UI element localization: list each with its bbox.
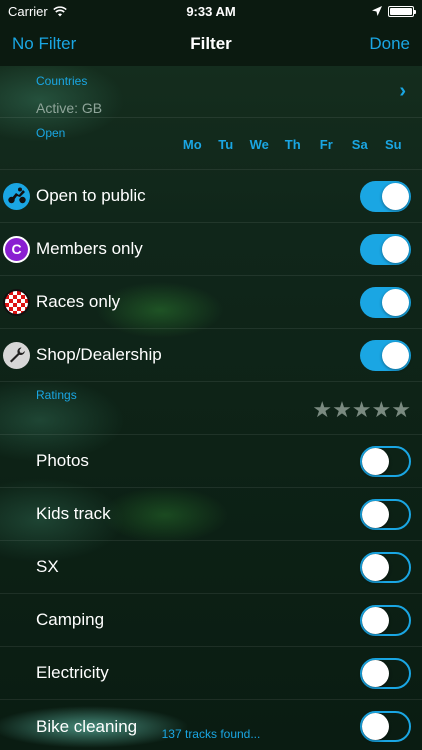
camping-toggle[interactable] [360, 604, 411, 636]
battery-icon [388, 5, 416, 17]
day-fr-button[interactable]: Fr [310, 137, 344, 152]
wrench-icon [3, 341, 30, 369]
bike-cleaning-row: Bike cleaning [0, 700, 422, 750]
star-icon[interactable]: ★ [312, 399, 332, 421]
countries-row[interactable]: Countries Active: GB › [0, 66, 422, 118]
star-icon[interactable]: ★ [352, 399, 372, 421]
photos-toggle[interactable] [360, 445, 411, 477]
members-c-icon: C [3, 235, 30, 263]
races-only-row: Races only [0, 276, 422, 329]
members-only-toggle[interactable] [360, 233, 411, 265]
tracks-found-status: 137 tracks found... [161, 727, 261, 741]
no-filter-button[interactable]: No Filter [12, 34, 76, 54]
electricity-toggle[interactable] [360, 657, 411, 689]
shop-dealership-toggle[interactable] [360, 339, 411, 371]
countries-label: Countries [36, 74, 88, 88]
star-icon[interactable]: ★ [332, 399, 352, 421]
camping-row: Camping [0, 594, 422, 647]
sx-row: SX [0, 541, 422, 594]
status-bar: Carrier 9:33 AM [0, 0, 422, 22]
star-icon[interactable]: ★ [372, 399, 392, 421]
open-to-public-toggle[interactable] [360, 180, 411, 212]
active-countries-value: Active: GB [36, 100, 103, 116]
day-sa-button[interactable]: Sa [343, 137, 377, 152]
done-button[interactable]: Done [369, 34, 410, 54]
wifi-icon [52, 5, 67, 16]
shop-dealership-label: Shop/Dealership [36, 345, 162, 364]
rider-icon [3, 182, 30, 210]
day-mo-button[interactable]: Mo [176, 137, 210, 152]
chevron-right-icon: › [399, 80, 406, 102]
open-to-public-label: Open to public [36, 186, 146, 205]
open-label: Open [36, 126, 66, 140]
location-arrow-icon [372, 6, 382, 16]
electricity-label: Electricity [36, 663, 109, 682]
camping-label: Camping [36, 610, 105, 629]
day-tu-button[interactable]: Tu [209, 137, 243, 152]
carrier-label: Carrier [8, 3, 48, 19]
sx-toggle[interactable] [360, 551, 411, 583]
filter-list: Countries Active: GB › Open Mo Tu We Th … [0, 66, 422, 750]
ratings-row: Ratings ★ ★ ★ ★ ★ [0, 382, 422, 435]
open-days-row: Open Mo Tu We Th Fr Sa Su [0, 118, 422, 170]
kids-track-label: Kids track [36, 504, 111, 523]
day-we-button[interactable]: We [243, 137, 277, 152]
sx-label: SX [36, 557, 59, 576]
photos-row: Photos [0, 435, 422, 488]
day-su-button[interactable]: Su [377, 137, 411, 152]
checkered-flag-icon [3, 288, 30, 316]
star-icon[interactable]: ★ [391, 399, 411, 421]
members-only-label: Members only [36, 239, 143, 258]
races-only-toggle[interactable] [360, 286, 411, 318]
kids-track-toggle[interactable] [360, 498, 411, 530]
shop-dealership-row: Shop/Dealership [0, 329, 422, 382]
photos-label: Photos [36, 451, 89, 470]
electricity-row: Electricity [0, 647, 422, 700]
day-th-button[interactable]: Th [276, 137, 310, 152]
races-only-label: Races only [36, 292, 121, 311]
star-rating: ★ ★ ★ ★ ★ [312, 399, 411, 421]
day-selector: Mo Tu We Th Fr Sa Su [176, 137, 411, 152]
navigation-bar: No Filter Filter Done [0, 22, 422, 66]
ratings-label: Ratings [36, 388, 77, 402]
members-only-row: C Members only [0, 223, 422, 276]
kids-track-row: Kids track [0, 488, 422, 541]
open-to-public-row: Open to public [0, 170, 422, 223]
